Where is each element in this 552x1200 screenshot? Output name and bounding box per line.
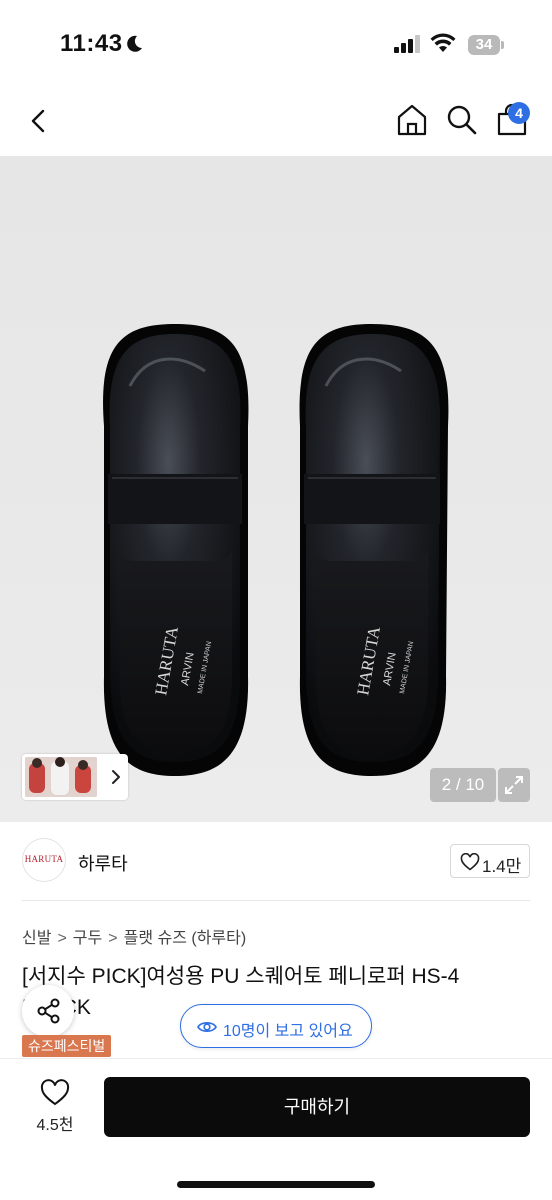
- thumbnail-strip[interactable]: [22, 754, 128, 800]
- home-indicator: [177, 1181, 375, 1188]
- search-icon[interactable]: [444, 102, 480, 138]
- moon-icon: [127, 35, 142, 52]
- share-icon: [37, 998, 60, 1024]
- battery-icon: 34: [468, 35, 504, 55]
- breadcrumb-item-dress-shoes[interactable]: 구두: [73, 924, 102, 948]
- status-time: 11:43: [60, 30, 123, 57]
- battery-percent: 34: [475, 36, 493, 53]
- divider: [22, 900, 530, 901]
- buy-button[interactable]: 구매하기: [104, 1077, 530, 1137]
- battery-tip: [501, 41, 504, 49]
- expand-icon: [505, 776, 523, 794]
- seller-logo[interactable]: HARUTA: [22, 838, 66, 882]
- bottom-action-bar: 4.5천 구매하기: [0, 1058, 552, 1200]
- heart-icon: [460, 853, 480, 871]
- thumbnail-image[interactable]: [25, 757, 97, 797]
- image-counter: 2 / 10: [430, 768, 496, 802]
- viewers-indicator: 10명이 보고 있어요: [180, 1004, 372, 1048]
- home-icon[interactable]: [394, 102, 430, 138]
- seller-logo-text: HARUTA: [24, 854, 64, 864]
- share-button[interactable]: [22, 985, 74, 1037]
- product-photo-loafers: HARUTA ARVIN MADE IN JAPAN HARUTA ARVIN …: [103, 324, 449, 776]
- breadcrumb-item-flat-shoes[interactable]: 플랫 슈즈 (하루타): [124, 924, 247, 948]
- event-badge: 슈즈페스티벌: [22, 1035, 112, 1057]
- seller-like-button[interactable]: 1.4만: [450, 844, 530, 878]
- cart-count-badge: 4: [508, 102, 530, 124]
- heart-icon[interactable]: [40, 1079, 70, 1107]
- breadcrumb: 신발 > 구두 > 플랫 슈즈 (하루타): [22, 924, 246, 948]
- left-shoe: HARUTA ARVIN MADE IN JAPAN: [103, 324, 249, 776]
- breadcrumb-item-shoes[interactable]: 신발: [22, 924, 51, 948]
- product-image-gallery[interactable]: HARUTA ARVIN MADE IN JAPAN HARUTA ARVIN …: [0, 156, 552, 822]
- top-nav: 4: [0, 86, 552, 156]
- seller-row[interactable]: HARUTA 하루타 1.4만: [0, 822, 552, 902]
- seller-like-count: 1.4만: [482, 857, 522, 876]
- expand-button[interactable]: [498, 768, 530, 802]
- viewers-text: 10명이 보고 있어요: [223, 1023, 353, 1040]
- breadcrumb-separator: >: [57, 930, 67, 947]
- wish-count: 4.5천: [36, 1117, 74, 1134]
- wifi-icon: [430, 33, 456, 52]
- chevron-right-icon[interactable]: [106, 765, 126, 789]
- right-shoe: HARUTA ARVIN MADE IN JAPAN: [299, 324, 449, 776]
- breadcrumb-separator: >: [108, 930, 118, 947]
- status-bar: 11:43 34: [0, 0, 552, 86]
- chevron-left-icon[interactable]: [22, 104, 56, 138]
- eye-icon: [197, 1022, 217, 1032]
- seller-name[interactable]: 하루타: [78, 850, 128, 876]
- signal-icon: [394, 35, 420, 53]
